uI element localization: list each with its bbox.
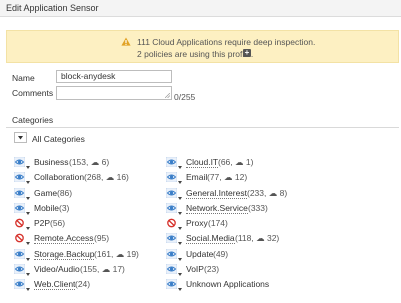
action-dropdown-icon[interactable] <box>26 222 30 230</box>
block-icon[interactable] <box>166 218 177 228</box>
category-count: (161, ☁ 19) <box>94 249 139 259</box>
eye-icon[interactable] <box>165 278 178 290</box>
window-title: Edit Application Sensor <box>6 3 99 13</box>
category-name: VoIP <box>186 264 204 274</box>
category-name: Remote.Access <box>34 233 94 244</box>
action-dropdown-icon[interactable] <box>178 253 182 261</box>
eye-icon[interactable] <box>165 171 178 183</box>
category-count: (333) <box>248 203 268 213</box>
category-name: Update <box>186 249 214 259</box>
category-name: General.Interest <box>186 188 247 199</box>
category-name: Proxy <box>186 218 208 228</box>
warning-icon <box>121 37 131 46</box>
category-count: (56) <box>50 218 66 228</box>
category-name: Storage.Backup <box>34 249 95 260</box>
eye-icon[interactable] <box>13 278 26 290</box>
category-name: Business <box>34 157 69 167</box>
category-name: Social.Media <box>186 233 235 244</box>
title-bar: Edit Application Sensor <box>0 0 401 17</box>
category-name: Web.Client <box>34 279 76 290</box>
comments-label: Comments <box>12 88 54 98</box>
plus-icon[interactable]: + <box>243 49 251 57</box>
category-name: Cloud.IT <box>186 157 219 168</box>
block-icon[interactable] <box>14 233 25 243</box>
category-count: (23) <box>204 264 220 274</box>
eye-icon[interactable] <box>165 187 178 199</box>
category-name: Unknown Applications <box>186 279 270 289</box>
action-dropdown-icon[interactable] <box>178 237 182 245</box>
comments-textarea[interactable] <box>56 86 172 100</box>
eye-icon[interactable] <box>165 202 178 214</box>
eye-icon[interactable] <box>13 202 26 214</box>
action-dropdown-icon[interactable] <box>26 283 30 291</box>
category-name: Network.Service <box>186 203 248 214</box>
action-dropdown-icon[interactable] <box>26 268 30 276</box>
banner-line-1: 111 Cloud Applications require deep insp… <box>137 37 316 47</box>
category-count: (233, ☁ 8) <box>247 188 288 198</box>
eye-icon[interactable] <box>165 263 178 275</box>
all-categories-dropdown[interactable] <box>14 132 27 143</box>
eye-icon[interactable] <box>165 248 178 260</box>
eye-icon[interactable] <box>165 156 178 168</box>
action-dropdown-icon[interactable] <box>26 207 30 215</box>
action-dropdown-icon[interactable] <box>178 161 182 169</box>
resize-grip-icon[interactable] <box>165 93 170 98</box>
action-dropdown-icon[interactable] <box>26 176 30 184</box>
all-categories-label: All Categories <box>32 134 85 144</box>
block-icon[interactable] <box>14 218 25 228</box>
categories-divider <box>6 127 399 128</box>
eye-icon[interactable] <box>13 156 26 168</box>
action-dropdown-icon[interactable] <box>26 192 30 200</box>
name-input[interactable]: block-anydesk <box>56 70 172 83</box>
eye-icon[interactable] <box>13 187 26 199</box>
category-name: Collaboration <box>34 172 85 182</box>
category-count: (77, ☁ 12) <box>207 172 248 182</box>
category-count: (174) <box>208 218 228 228</box>
category-name: Mobile <box>34 203 60 213</box>
category-count: (66, ☁ 1) <box>218 157 254 167</box>
action-dropdown-icon[interactable] <box>26 161 30 169</box>
action-dropdown-icon[interactable] <box>178 222 182 230</box>
category-count: (24) <box>75 279 91 289</box>
action-dropdown-icon[interactable] <box>26 237 30 245</box>
category-count: (49) <box>213 249 229 259</box>
eye-icon[interactable] <box>13 248 26 260</box>
action-dropdown-icon[interactable] <box>178 192 182 200</box>
action-dropdown-icon[interactable] <box>178 207 182 215</box>
chevron-down-icon <box>18 136 23 140</box>
category-count: (268, ☁ 16) <box>84 172 129 182</box>
action-dropdown-icon[interactable] <box>178 283 182 291</box>
category-count: (153, ☁ 6) <box>69 157 110 167</box>
action-dropdown-icon[interactable] <box>26 253 30 261</box>
eye-icon[interactable] <box>13 263 26 275</box>
category-count: (95) <box>94 233 110 243</box>
comments-counter: 0/255 <box>174 92 196 102</box>
category-name: P2P <box>34 218 51 228</box>
action-dropdown-icon[interactable] <box>178 268 182 276</box>
action-dropdown-icon[interactable] <box>178 176 182 184</box>
category-name: Game <box>34 188 58 198</box>
category-name: Email <box>186 172 208 182</box>
warning-banner: 111 Cloud Applications require deep insp… <box>6 30 399 63</box>
categories-heading: Categories <box>12 115 54 125</box>
category-count: (3) <box>59 203 70 213</box>
banner-line-2: 2 policies are using this profile. <box>137 49 254 59</box>
name-label: Name <box>12 73 35 83</box>
eye-icon[interactable] <box>13 171 26 183</box>
category-count: (86) <box>57 188 73 198</box>
category-count: (155, ☁ 17) <box>80 264 125 274</box>
category-count: (118, ☁ 32) <box>235 233 280 243</box>
eye-icon[interactable] <box>165 232 178 244</box>
category-name: Video/Audio <box>34 264 80 274</box>
